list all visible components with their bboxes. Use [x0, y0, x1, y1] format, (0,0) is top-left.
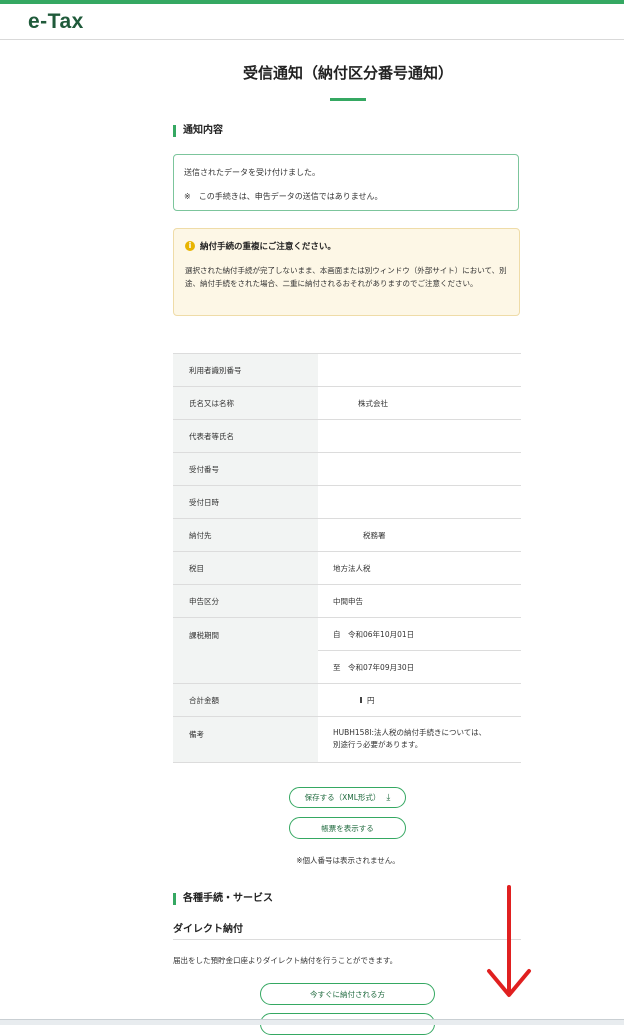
notice-box: 送信されたデータを受け付けました。 ※ この手続きは、申告データの送信ではありま… — [173, 154, 519, 211]
notice-line-1: 送信されたデータを受け付けました。 — [184, 168, 320, 177]
window-bottom-edge — [0, 1019, 624, 1025]
row-label: 代表者等氏名 — [173, 420, 318, 452]
show-form-button[interactable]: 帳票を表示する — [289, 817, 406, 839]
section-heading-services: 各種手続・サービス — [173, 893, 273, 905]
direct-payment-heading: ダイレクト納付 — [173, 924, 243, 935]
row-label: 税目 — [173, 552, 318, 584]
row-value: 株式会社 — [358, 398, 388, 408]
remarks-line-1: HUBH158I:法人税の納付手続きについては、 — [333, 728, 487, 737]
table-row: 受付番号 — [173, 453, 521, 486]
row-label: 合計金額 — [173, 684, 318, 716]
title-underline — [330, 98, 366, 101]
table-row: 税目 地方法人税 — [173, 552, 521, 585]
download-icon: ⤓ — [386, 792, 391, 803]
row-value: 中間申告 — [333, 596, 363, 606]
row-label: 課税期間 — [173, 618, 318, 683]
direct-payment-description: 届出をした預貯金口座よりダイレクト納付を行うことができます。 — [173, 956, 398, 965]
remarks-line-2: 別途行う必要があります。 — [333, 740, 423, 749]
period-from-cell: 自 令和06年10月01日 — [318, 618, 521, 651]
period-to-cell: 至 令和07年09月30日 — [318, 651, 521, 684]
warning-box: i 納付手続の重複にご注意ください。 選択された納付手続が完了しないまま、本画面… — [173, 228, 520, 316]
table-row: 納付先 税務署 — [173, 519, 521, 552]
info-table: 利用者識別番号 氏名又は名称 株式会社 代表者等氏名 受付番号 受付日時 納付先… — [173, 353, 521, 763]
period-to: 至 令和07年09月30日 — [333, 663, 415, 672]
row-label: 備考 — [173, 717, 318, 762]
pay-now-button[interactable]: 今すぐに納付される方 — [260, 983, 435, 1005]
table-row: 申告区分 中間申告 — [173, 585, 521, 618]
save-button-label: 保存する（XML形式） — [304, 793, 381, 802]
row-label: 納付先 — [173, 519, 318, 551]
row-label: 利用者識別番号 — [173, 354, 318, 386]
total-unit: 円 — [367, 695, 375, 705]
info-icon: i — [185, 241, 195, 251]
total-value: 円 — [360, 684, 375, 716]
row-label: 氏名又は名称 — [173, 387, 318, 419]
divider — [173, 939, 521, 940]
row-value: 税務署 — [363, 530, 386, 540]
row-label: 申告区分 — [173, 585, 318, 617]
page-title: 受信通知（納付区分番号通知） — [242, 64, 453, 82]
remarks-value: HUBH158I:法人税の納付手続きについては、 別途行う必要があります。 — [333, 717, 486, 772]
pay-now-label: 今すぐに納付される方 — [310, 989, 385, 999]
save-xml-button[interactable]: 保存する（XML形式） ⤓ — [289, 787, 406, 808]
table-row: 利用者識別番号 — [173, 354, 521, 387]
section-heading-notice: 通知内容 — [173, 125, 223, 137]
table-row: 氏名又は名称 株式会社 — [173, 387, 521, 420]
period-from: 自 令和06年10月01日 — [333, 629, 415, 639]
redacted-amount — [360, 697, 362, 703]
etax-logo[interactable]: e-Tax — [28, 10, 84, 34]
show-form-label: 帳票を表示する — [321, 823, 374, 833]
table-row: 代表者等氏名 — [173, 420, 521, 453]
warning-body: 選択された納付手続が完了しないまま、本画面または別ウィンドウ（外部サイト）におい… — [185, 266, 507, 288]
table-row-remarks: 備考 HUBH158I:法人税の納付手続きについては、 別途行う必要があります。 — [173, 717, 521, 763]
row-value: 地方法人税 — [333, 563, 371, 573]
warning-title: 納付手続の重複にご注意ください。 — [200, 242, 336, 252]
red-down-arrow-annotation — [487, 885, 531, 997]
table-row-total: 合計金額 円 — [173, 684, 521, 717]
table-row: 受付日時 — [173, 486, 521, 519]
row-label: 受付番号 — [173, 453, 318, 485]
table-row-period: 課税期間 自 令和06年10月01日 至 令和07年09月30日 — [173, 618, 521, 684]
personal-number-note: ※個人番号は表示されません。 — [296, 856, 400, 865]
notice-line-2: ※ この手続きは、申告データの送信ではありません。 — [184, 192, 383, 201]
site-header: e-Tax — [0, 4, 624, 40]
row-label: 受付日時 — [173, 486, 318, 518]
